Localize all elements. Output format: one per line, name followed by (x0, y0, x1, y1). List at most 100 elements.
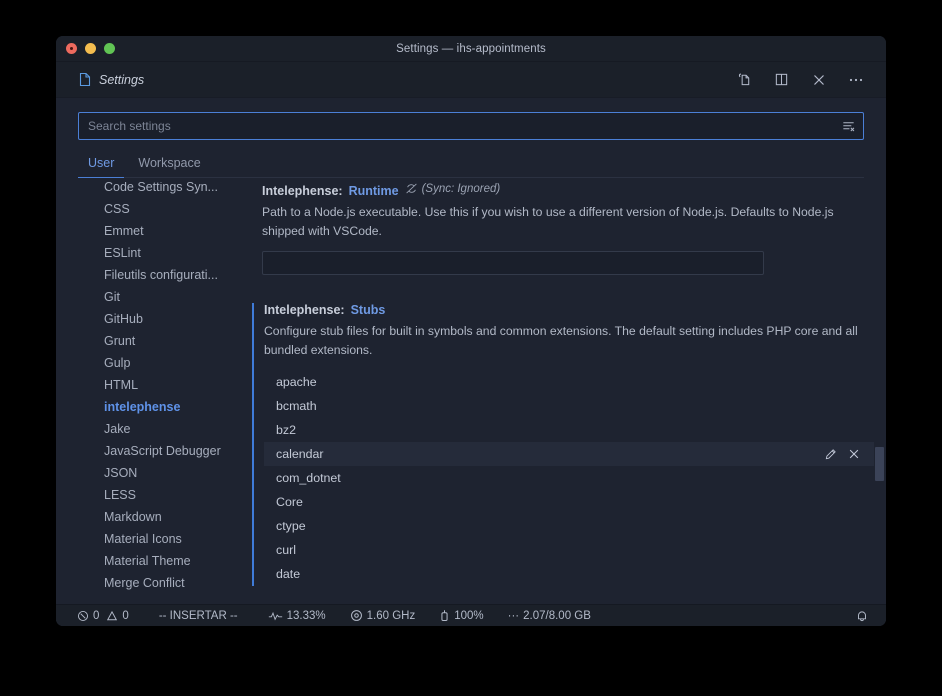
sync-ignored-note: (Sync: Ignored) (405, 182, 501, 195)
memory-dots-icon: ··· (507, 609, 520, 622)
toc-item-html[interactable]: HTML (104, 374, 252, 396)
list-item-actions (824, 448, 860, 461)
memory-label: 2.07/8.00 GB (523, 609, 591, 622)
bell-icon (855, 609, 869, 623)
setting-description-stubs: Configure stub files for built in symbol… (264, 324, 858, 357)
more-actions-icon[interactable] (847, 71, 864, 88)
close-icon[interactable] (810, 71, 827, 88)
window-titlebar: Settings — ihs-appointments (56, 36, 886, 62)
status-vim-mode[interactable]: -- INSERTAR -- (152, 610, 245, 622)
setting-category-label: Intelephense: (264, 303, 345, 317)
list-item[interactable]: calendar (264, 442, 874, 466)
vscode-window: Settings — ihs-appointments Settings Sea… (56, 36, 886, 626)
toc-item-grunt[interactable]: Grunt (104, 330, 252, 352)
toc-item-intelephense[interactable]: intelephense (104, 396, 252, 418)
toc-item-jake[interactable]: Jake (104, 418, 252, 440)
settings-panes: Code Settings Syn... CSS Emmet ESLint Fi… (56, 178, 886, 604)
toc-item-gulp[interactable]: Gulp (104, 352, 252, 374)
list-item-value: calendar (276, 447, 324, 461)
list-item-value: apache (276, 375, 317, 389)
list-item-value: bz2 (276, 423, 296, 437)
list-item[interactable]: date (264, 562, 874, 586)
toc-item-material-icons[interactable]: Material Icons (104, 528, 252, 550)
search-input[interactable] (88, 119, 841, 133)
tab-settings-label: Settings (99, 72, 145, 87)
split-editor-icon[interactable] (773, 71, 790, 88)
sync-ignored-icon (405, 182, 418, 195)
list-item[interactable]: Core (264, 490, 874, 514)
minimize-window-button[interactable] (85, 43, 96, 54)
settings-list: Intelephense: Runtime (Sync: Ignored) Pa… (252, 182, 886, 604)
list-item[interactable]: com_dotnet (264, 466, 874, 490)
warning-count: 0 (122, 609, 129, 622)
toc-item-material-theme[interactable]: Material Theme (104, 550, 252, 572)
cpu-frequency-label: 1.60 GHz (366, 609, 416, 622)
toc-item-git[interactable]: Git (104, 286, 252, 308)
pulse-icon (268, 610, 283, 622)
runtime-path-input[interactable] (262, 251, 764, 275)
status-battery[interactable]: 100% (432, 609, 490, 622)
remove-item-icon[interactable] (848, 448, 860, 460)
status-notifications[interactable] (848, 609, 876, 623)
list-item-value: date (276, 567, 301, 581)
edit-item-icon[interactable] (824, 448, 837, 461)
tab-settings[interactable]: Settings (56, 62, 158, 97)
list-item-value: curl (276, 543, 296, 557)
editor-actions (736, 71, 886, 88)
settings-scrollbar-thumb[interactable] (875, 447, 884, 481)
statusbar: 0 0 -- INSERTAR -- 13.33% 1.60 GHz 100% … (56, 604, 886, 626)
status-problems[interactable]: 0 0 (70, 610, 136, 622)
tab-workspace[interactable]: Workspace (128, 152, 210, 178)
settings-toc[interactable]: Code Settings Syn... CSS Emmet ESLint Fi… (56, 182, 252, 604)
list-item[interactable]: bcmath (264, 394, 874, 418)
setting-title-runtime: Intelephense: Runtime (Sync: Ignored) (262, 182, 874, 199)
window-traffic-lights (66, 43, 115, 54)
status-cpu-load[interactable]: 13.33% (261, 610, 333, 622)
setting-key-label: Stubs (350, 303, 386, 317)
toc-item-github[interactable]: GitHub (104, 308, 252, 330)
list-item[interactable]: apache (264, 370, 874, 394)
window-title: Settings — ihs-appointments (396, 42, 546, 55)
setting-intelephense-runtime: Intelephense: Runtime (Sync: Ignored) Pa… (252, 182, 874, 275)
stubs-list: apache bcmath bz2 calendar com_dotnet Co… (264, 370, 874, 586)
toc-item-javascript-debugger[interactable]: JavaScript Debugger (104, 440, 252, 462)
sync-ignored-label: (Sync: Ignored) (421, 182, 501, 195)
setting-category-label: Intelephense: (262, 184, 343, 198)
battery-icon (439, 609, 450, 622)
status-cpu-frequency[interactable]: 1.60 GHz (343, 609, 423, 622)
list-item-value: com_dotnet (276, 471, 341, 485)
toc-item-eslint[interactable]: ESLint (104, 242, 252, 264)
settings-editor: User Workspace Code Settings Syn... CSS … (56, 98, 886, 626)
toc-item-merge-conflict[interactable]: Merge Conflict (104, 572, 252, 594)
setting-intelephense-stubs: Intelephense: Stubs Configure stub files… (252, 303, 874, 586)
toc-item-markdown[interactable]: Markdown (104, 506, 252, 528)
battery-label: 100% (454, 609, 484, 622)
settings-file-icon (78, 72, 92, 87)
list-item-value: bcmath (276, 399, 317, 413)
setting-description-runtime: Path to a Node.js executable. Use this i… (262, 205, 834, 238)
settings-search-box[interactable] (78, 112, 864, 140)
settings-spacer (252, 275, 874, 303)
clear-filter-icon[interactable] (841, 119, 856, 134)
editor-tabstrip: Settings (56, 62, 886, 98)
cpu-icon (350, 609, 363, 622)
tab-user[interactable]: User (78, 152, 125, 178)
open-settings-json-icon[interactable] (736, 71, 753, 88)
cpu-load-label: 13.33% (286, 609, 326, 622)
settings-scope-tabs: User Workspace (78, 152, 864, 178)
status-memory[interactable]: ··· 2.07/8.00 GB (501, 610, 598, 622)
list-item[interactable]: bz2 (264, 418, 874, 442)
close-window-button[interactable] (66, 43, 77, 54)
list-item[interactable]: ctype (264, 514, 874, 538)
toc-item-less[interactable]: LESS (104, 484, 252, 506)
list-item[interactable]: curl (264, 538, 874, 562)
toc-item-json[interactable]: JSON (104, 462, 252, 484)
error-count: 0 (93, 609, 100, 622)
settings-search-row (56, 98, 886, 140)
toc-item-emmet[interactable]: Emmet (104, 220, 252, 242)
toc-item-code-settings-sync[interactable]: Code Settings Syn... (104, 182, 252, 198)
toc-item-css[interactable]: CSS (104, 198, 252, 220)
toc-item-fileutils[interactable]: Fileutils configurati... (104, 264, 252, 286)
maximize-window-button[interactable] (104, 43, 115, 54)
warning-icon (106, 610, 118, 622)
